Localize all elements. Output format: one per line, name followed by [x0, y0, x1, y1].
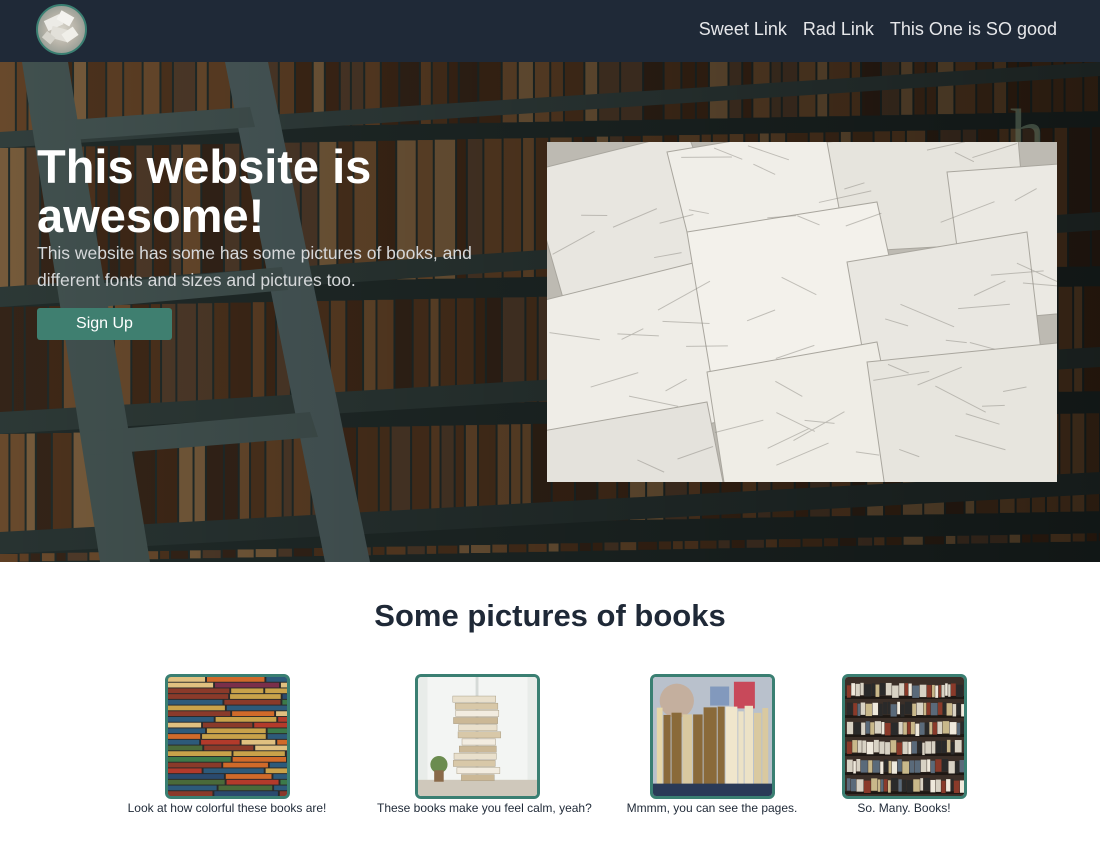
sign-up-button[interactable]: Sign Up: [37, 308, 172, 340]
books-logo-icon: [41, 10, 79, 45]
gallery-caption: So. Many. Books!: [857, 801, 951, 815]
hero-open-books-image: [547, 142, 1057, 482]
hero-title: This website is awesome!: [37, 140, 372, 242]
nav-link-sweet[interactable]: Sweet Link: [699, 19, 787, 40]
gallery-caption: Look at how colorful these books are!: [127, 801, 327, 815]
top-navbar: Sweet Link Rad Link This One is SO good: [0, 0, 1100, 62]
gallery-title: Some pictures of books: [374, 598, 726, 633]
nav-links: Sweet Link Rad Link This One is SO good: [699, 19, 1057, 40]
gallery-card-calm: These books make you feel calm, yeah?: [377, 674, 592, 815]
logo-image[interactable]: [36, 4, 87, 55]
nav-link-so-good[interactable]: This One is SO good: [890, 19, 1057, 40]
nav-link-rad[interactable]: Rad Link: [803, 19, 874, 40]
book-pages-icon: [652, 677, 772, 796]
gallery-card-colorful: Look at how colorful these books are!: [127, 674, 327, 815]
bookshelf-icon: [844, 677, 964, 796]
bookshelf-wall-image[interactable]: [841, 674, 967, 799]
open-books-icon: [547, 142, 1057, 482]
books-window-icon: [417, 677, 537, 796]
gallery-card-many: So. Many. Books!: [804, 674, 1004, 815]
gallery-caption: Mmmm, you can see the pages.: [626, 801, 798, 815]
colorful-books-image[interactable]: [164, 674, 290, 799]
books-by-window-image[interactable]: [414, 674, 540, 799]
hero-section: h This website is awesome! This website …: [0, 62, 1100, 562]
gallery-card-pages: Mmmm, you can see the pages.: [612, 674, 812, 815]
book-pages-image[interactable]: [649, 674, 775, 799]
gallery-caption: These books make you feel calm, yeah?: [377, 801, 592, 815]
colorful-books-icon: [167, 677, 287, 796]
hero-description: This website has some has some pictures …: [37, 243, 472, 290]
